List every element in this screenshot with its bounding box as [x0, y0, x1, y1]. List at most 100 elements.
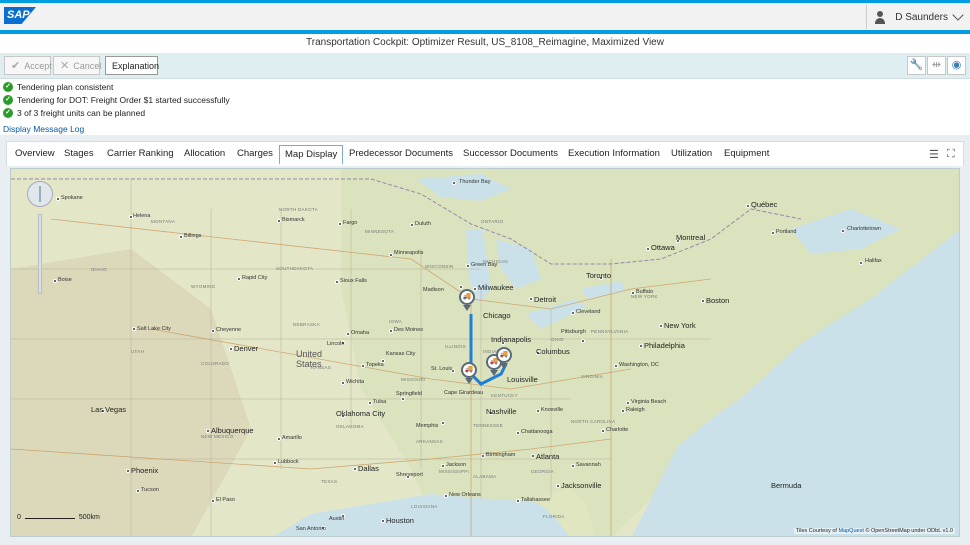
city-label: Lubbock: [278, 459, 299, 465]
city-label: Madison: [423, 287, 444, 293]
explanation-label: Explanation: [112, 60, 160, 71]
attribution-suffix: © OpenStreetMap under ODbL v1.0: [865, 528, 953, 534]
attribution-prefix: Tiles Courtesy of: [795, 528, 837, 534]
state-label: IOWA: [389, 319, 403, 324]
toolbar: ✔ Accept ✕ Cancel Explanation 🔧 ⇹ ◉: [0, 53, 970, 79]
city-label: Indianapolis: [491, 335, 532, 344]
city-label: Bismarck: [282, 217, 305, 223]
shell-header: SAP D Saunders: [0, 0, 970, 34]
state-label: NEBRASKA: [293, 322, 320, 327]
explanation-button[interactable]: Explanation: [105, 56, 160, 75]
help-icon[interactable]: ◉: [947, 56, 966, 75]
city-label: Wichita: [346, 379, 365, 385]
tab-execution-information[interactable]: Execution Information: [563, 145, 665, 165]
city-label: Philadelphia: [644, 341, 685, 350]
sap-logo[interactable]: SAP: [4, 7, 36, 24]
island-label: Bermuda: [771, 481, 802, 490]
city-label: Helena: [133, 213, 151, 219]
tab-predecessor-documents[interactable]: Predecessor Documents: [344, 145, 458, 165]
map-view[interactable]: NORTH DAKOTA SOUTHDAKOTA NEBRASKA KANSAS…: [10, 168, 960, 537]
tab-successor-documents[interactable]: Successor Documents: [458, 145, 563, 165]
city-label: Des Moines: [394, 327, 424, 333]
city-label: Tallahassee: [521, 497, 551, 503]
state-label: GEORGIA: [531, 469, 555, 474]
city-label: Austin: [329, 516, 345, 522]
state-label: ONTARIO: [481, 219, 504, 224]
user-name: D Saunders: [895, 11, 948, 23]
scale-label: 500km: [78, 514, 100, 521]
accept-button[interactable]: ✔ Accept: [4, 56, 52, 75]
city-label: Chattanooga: [521, 429, 553, 435]
message-area: ✓ Tendering plan consistent ✓ Tendering …: [0, 79, 970, 135]
city-label: Las Vegas: [91, 405, 127, 414]
scale-bar: 0 500km: [17, 514, 100, 521]
city-label: Billings: [184, 233, 202, 239]
tab-equipment[interactable]: Equipment: [719, 145, 774, 165]
city-label: Cheyenne: [216, 327, 242, 333]
tab-overview[interactable]: Overview: [10, 145, 60, 165]
location-pin[interactable]: 🚚: [459, 289, 477, 311]
tab-utilization[interactable]: Utilization: [666, 145, 717, 165]
state-label: SOUTHDAKOTA: [276, 266, 314, 271]
city-label: Cape Girardeau: [444, 390, 484, 396]
city-label: Birmingham: [486, 452, 516, 458]
state-label: PENNSYLVANIA: [591, 329, 629, 334]
city-label: Montreal: [676, 233, 706, 242]
city-label: Toronto: [586, 271, 612, 280]
city-label: Amarillo: [282, 435, 302, 441]
city-label: Springfield: [396, 391, 422, 397]
wrench-icon[interactable]: 🔧: [907, 56, 926, 75]
success-icon: ✓: [3, 108, 13, 118]
city-label: Fargo: [343, 220, 358, 226]
state-label: FLORIDA: [543, 514, 565, 519]
state-label: COLORADO: [201, 361, 230, 366]
cancel-label: Cancel: [73, 60, 102, 71]
state-label: OHIO: [551, 337, 564, 342]
display-message-log-link[interactable]: Display Message Log: [3, 124, 84, 134]
tab-map-display[interactable]: Map Display: [279, 145, 344, 165]
list-menu-icon[interactable]: ☰: [929, 148, 939, 161]
page-title: Transportation Cockpit: Optimizer Result…: [0, 34, 970, 53]
city-label: Green Bay: [471, 262, 498, 268]
scale-zero: 0: [17, 514, 21, 521]
resize-icon[interactable]: ⇹: [927, 56, 946, 75]
state-label: ALABAMA: [473, 474, 497, 479]
city-label: Memphis: [416, 423, 439, 429]
tab-carrier-ranking[interactable]: Carrier Ranking: [102, 145, 179, 165]
city-label: Savannah: [576, 462, 601, 468]
message-text: Tendering plan consistent: [17, 82, 114, 92]
success-icon: ✓: [3, 82, 13, 92]
city-label: Virginia Beach: [631, 399, 667, 405]
user-menu[interactable]: D Saunders: [866, 5, 970, 29]
city-label: El Paso: [216, 497, 235, 503]
state-label: NORTH DAKOTA: [279, 207, 318, 212]
tab-charges[interactable]: Charges: [232, 145, 278, 165]
cancel-button[interactable]: ✕ Cancel: [53, 56, 102, 75]
state-label: MISSISSIPPI: [439, 469, 470, 474]
state-label: MONTANA: [151, 219, 176, 224]
message-item: ✓ 3 of 3 freight units can be planned: [3, 108, 145, 118]
tab-stages[interactable]: Stages: [59, 145, 99, 165]
city-label: Tucson: [141, 487, 159, 493]
city-label: Boise: [58, 277, 72, 283]
state-label: WYOMING: [191, 284, 216, 289]
location-pin[interactable]: 🚚: [496, 347, 514, 369]
fullscreen-icon[interactable]: ⛶: [947, 148, 955, 161]
city-label: Shreveport: [396, 472, 423, 478]
city-label: Washington, DC: [619, 362, 659, 368]
state-label: MINNESOTA: [365, 229, 395, 234]
map-pan-control[interactable]: [27, 181, 53, 207]
location-pin[interactable]: 🚚: [461, 362, 479, 384]
city-label: Jackson: [446, 462, 467, 468]
city-label: Buffalo: [636, 289, 654, 295]
message-text: 3 of 3 freight units can be planned: [17, 108, 146, 118]
tab-allocation[interactable]: Allocation: [179, 145, 230, 165]
city-label: Tulsa: [373, 399, 387, 405]
city-label: Charlottetown: [847, 226, 881, 232]
message-item: ✓ Tendering for DOT: Freight Order $1 st…: [3, 95, 230, 105]
city-label: Atlanta: [536, 452, 560, 461]
success-icon: ✓: [3, 95, 13, 105]
map-zoom-slider[interactable]: [38, 214, 42, 294]
city-label: Portland: [776, 229, 797, 235]
mapquest-link[interactable]: MapQuest: [838, 528, 863, 534]
